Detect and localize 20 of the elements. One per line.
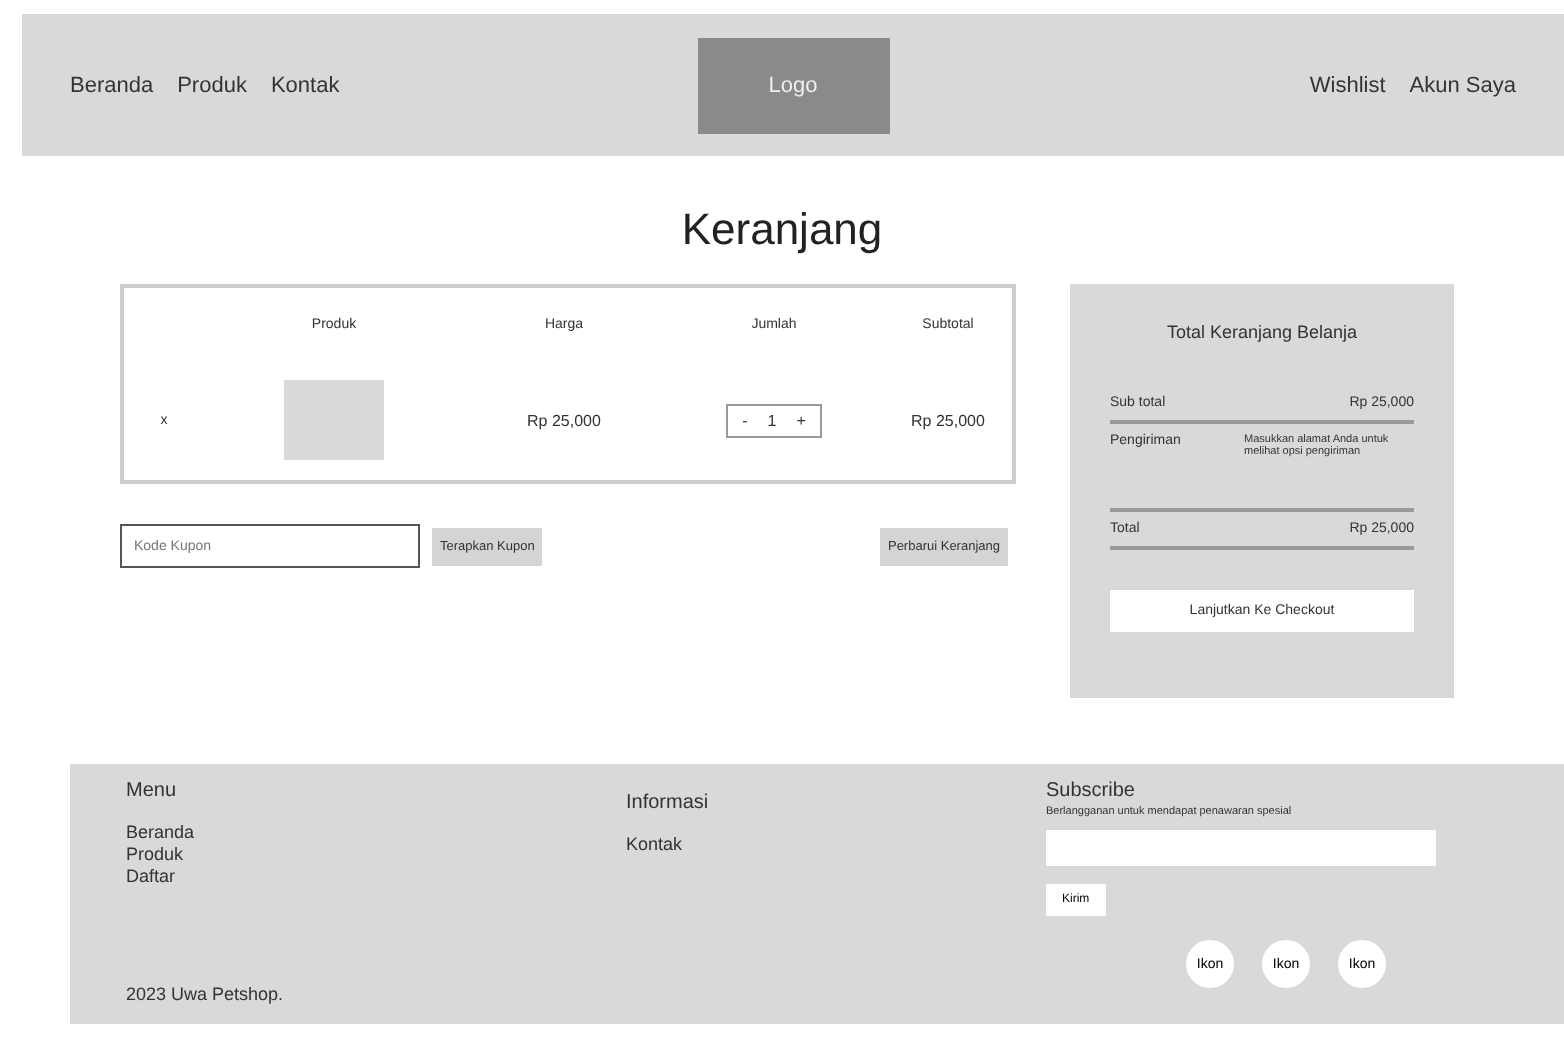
- product-image: [284, 380, 384, 460]
- quantity-stepper[interactable]: - 1 +: [726, 403, 822, 437]
- table-cell: Rp 25,000: [527, 411, 601, 429]
- email-field[interactable]: [1046, 830, 1436, 866]
- table-cell: Rp 25,000: [911, 411, 985, 429]
- footer-link[interactable]: Kontak: [626, 834, 1046, 856]
- footer-link[interactable]: Daftar: [126, 866, 626, 888]
- footer-heading: Menu: [126, 780, 179, 802]
- nav-link[interactable]: Produk: [177, 73, 247, 97]
- nav-link[interactable]: Akun Saya: [1409, 73, 1516, 97]
- footer-link[interactable]: Beranda: [126, 822, 626, 844]
- page-title: Keranjang: [679, 204, 885, 256]
- footer-link[interactable]: Produk: [126, 844, 626, 866]
- copyright-text: 2023 Uwa Petshop.: [126, 984, 286, 1004]
- nav-link[interactable]: Kontak: [270, 73, 340, 97]
- nav-link[interactable]: Beranda: [70, 73, 154, 97]
- footer-heading: Informasi: [626, 792, 711, 814]
- nav-link[interactable]: Wishlist: [1309, 73, 1386, 97]
- footer-heading: Subscribe: [1046, 780, 1137, 802]
- panel-title: Total Keranjang Belanja: [1164, 322, 1360, 342]
